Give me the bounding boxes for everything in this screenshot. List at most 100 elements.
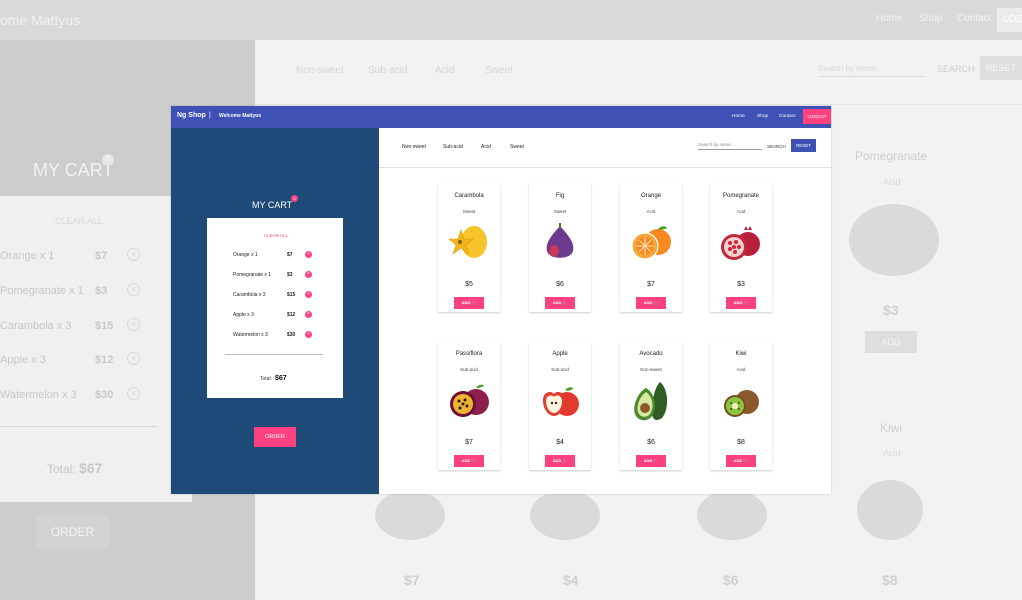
product-type: Acid xyxy=(736,209,746,214)
bg-product-type: Acid xyxy=(883,177,901,187)
product-type: Sweet xyxy=(553,209,567,214)
add-to-cart-button[interactable]: ADD 🛒 xyxy=(636,455,666,467)
logout-button[interactable]: LOGOUT xyxy=(803,109,831,124)
cart-item: Pomegranate x 1 $3 × xyxy=(233,271,323,281)
bg-passiflora-icon xyxy=(375,490,445,540)
bg-order-button: ORDER xyxy=(36,515,109,549)
filter-divider xyxy=(379,167,831,168)
bg-divider xyxy=(255,104,1022,105)
product-name: Apple xyxy=(552,351,568,357)
kiwi-icon xyxy=(724,390,759,417)
bg-tab: Sweet xyxy=(485,65,513,76)
bg-total: Total: $67 xyxy=(47,460,103,476)
bg-search-input: Search by name... xyxy=(818,64,926,77)
cart-item-name: Orange x 1 xyxy=(233,252,258,258)
bg-reset-button: RESET xyxy=(980,56,1022,80)
clear-all-button[interactable]: CLEAR ALL xyxy=(264,233,288,238)
product-price: $8 xyxy=(737,439,745,446)
bg-remove-icon: × xyxy=(127,352,140,365)
bg-cart-row: Watermelon x 3 $30 × xyxy=(0,387,180,409)
cart-item-name: Apple x 3 xyxy=(233,312,254,318)
bg-cart-row: Orange x 1 $7 × xyxy=(0,248,180,270)
product-price: $6 xyxy=(647,439,655,446)
bg-remove-icon: × xyxy=(127,318,140,331)
filter-tab-sweet[interactable]: Sweet xyxy=(510,144,524,150)
passiflora-icon xyxy=(450,384,489,417)
cart-divider xyxy=(225,354,323,355)
add-to-cart-button[interactable]: ADD 🛒 xyxy=(726,297,756,309)
bg-remove-icon: × xyxy=(127,387,140,400)
nav-contact[interactable]: Contact xyxy=(779,114,796,119)
bg-tab: Non-sweet xyxy=(296,65,344,76)
add-to-cart-button[interactable]: ADD 🛒 xyxy=(545,455,575,467)
cart-sidebar: MY CART 5 CLEAR ALL Orange x 1 $7 × Pomegr… xyxy=(171,128,379,494)
filter-tab-sub-acid[interactable]: Sub-acid xyxy=(443,144,463,150)
filter-tab-non-sweet[interactable]: Non-sweet xyxy=(402,144,426,150)
bg-cart-badge: 5 xyxy=(102,154,114,166)
bg-tab: Sub-acid xyxy=(368,65,408,76)
bg-remove-icon: × xyxy=(127,283,140,296)
bg-divider xyxy=(0,426,158,427)
order-button[interactable]: ORDER xyxy=(254,427,296,447)
add-to-cart-button[interactable]: ADD 🛒 xyxy=(454,297,484,309)
remove-icon[interactable]: × xyxy=(305,311,312,318)
product-card: Avocado Non-sweet $6 ADD 🛒 xyxy=(620,342,682,470)
product-price: $5 xyxy=(465,281,473,288)
bg-kiwi-icon xyxy=(857,480,923,540)
fig-icon xyxy=(546,223,574,258)
shop-window: Ng Shop | Welcome Mattyus Home Shop Cont… xyxy=(171,106,831,494)
product-card: Apple Sub-acid $4 ADD 🛒 xyxy=(529,342,591,470)
product-card: Passiflora Sub-acid $7 ADD 🛒 xyxy=(438,342,500,470)
product-name: Pomegranate xyxy=(722,193,760,199)
bg-logout-button: LOG xyxy=(997,8,1022,32)
product-type: Sub-acid xyxy=(460,367,478,372)
remove-icon[interactable]: × xyxy=(305,331,312,338)
bg-apple-icon xyxy=(530,490,600,540)
cart-item-price: $7 xyxy=(287,252,293,258)
bg-product-price: $8 xyxy=(882,572,898,588)
brand-logo[interactable]: Ng Shop xyxy=(177,112,206,119)
product-card: Fig Sweet $6 ADD 🛒 xyxy=(529,184,591,312)
cart-item-name: Pomegranate x 1 xyxy=(233,272,272,278)
product-type: Non-sweet xyxy=(640,367,662,372)
bg-add-button: ADD xyxy=(865,331,917,353)
cart-item-price: $12 xyxy=(287,312,296,318)
add-to-cart-button[interactable]: ADD 🛒 xyxy=(545,297,575,309)
bg-nav-home: Home xyxy=(876,13,903,24)
nav-home[interactable]: Home xyxy=(732,114,745,119)
cart-item-price: $15 xyxy=(287,292,296,298)
remove-icon[interactable]: × xyxy=(305,251,312,258)
add-to-cart-button[interactable]: ADD 🛒 xyxy=(454,455,484,467)
bg-avocado-icon xyxy=(697,490,767,540)
remove-icon[interactable]: × xyxy=(305,291,312,298)
reset-button[interactable]: RESET xyxy=(791,139,816,152)
cart-title: MY CART xyxy=(252,200,293,210)
product-type: Acid xyxy=(736,367,746,372)
nav-shop[interactable]: Shop xyxy=(757,114,768,119)
bg-product-price: $4 xyxy=(563,572,579,588)
add-to-cart-button[interactable]: ADD 🛒 xyxy=(636,297,666,309)
product-price: $7 xyxy=(647,281,655,288)
remove-icon[interactable]: × xyxy=(305,271,312,278)
carambola-icon xyxy=(448,226,487,258)
bg-welcome-text: ome Mattyus xyxy=(0,12,81,28)
bg-product-price: $3 xyxy=(883,302,899,318)
bg-product-title: Kiwi xyxy=(880,421,903,435)
cart-item-price: $30 xyxy=(287,332,296,338)
product-card: Pomegranate Acid $3 ADD 🛒 xyxy=(710,184,772,312)
search-button[interactable]: SEARCH xyxy=(767,144,786,149)
add-to-cart-button[interactable]: ADD 🛒 xyxy=(726,455,756,467)
product-price: $6 xyxy=(556,281,564,288)
bg-product-price: $7 xyxy=(404,572,420,588)
product-name: Carambola xyxy=(454,193,484,199)
product-type: Sweet xyxy=(462,209,476,214)
product-name: Avocado xyxy=(639,351,663,357)
product-card: Carambola Sweet $5 ADD 🛒 xyxy=(438,184,500,312)
bg-header: ome Mattyus Home Shop Contact LOG xyxy=(0,0,1022,40)
top-navbar: Ng Shop | Welcome Mattyus Home Shop Cont… xyxy=(171,106,831,128)
product-card: Kiwi Acid $8 ADD 🛒 xyxy=(710,342,772,470)
search-input[interactable]: Search by name... xyxy=(698,142,762,150)
brand-separator: | xyxy=(209,112,211,119)
cart-item-name: Watermelon x 3 xyxy=(233,332,268,338)
filter-tab-acid[interactable]: Acid xyxy=(481,144,491,150)
